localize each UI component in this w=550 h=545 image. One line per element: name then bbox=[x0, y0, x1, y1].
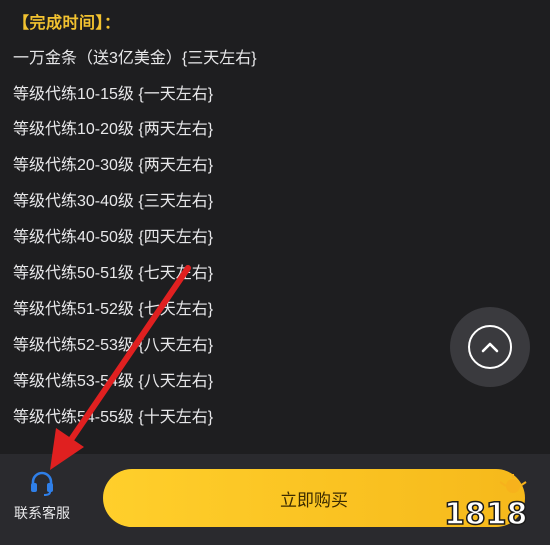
contact-service-label: 联系客服 bbox=[14, 505, 70, 521]
list-item: 等级代练51-52级 {七天左右} bbox=[13, 301, 214, 318]
list-item: 等级代练50-51级 {七天左右} bbox=[13, 265, 214, 282]
list-item: 等级代练20-30级 {两天左右} bbox=[13, 157, 214, 174]
list-item: 等级代练52-53级 {八天左右} bbox=[13, 337, 214, 354]
scroll-ring bbox=[468, 325, 512, 369]
list-item: 等级代练30-40级 {三天左右} bbox=[13, 193, 214, 210]
list-item: 等级代练40-50级 {四天左右} bbox=[13, 229, 214, 246]
scroll-to-top-button[interactable] bbox=[450, 307, 530, 387]
list-item: 等级代练53-54级 {八天左右} bbox=[13, 373, 214, 390]
content-area: 【完成时间】： 一万金条（送3亿美金）{三天左右} 等级代练10-15级 {一天… bbox=[0, 0, 550, 454]
logo-1818: 1818 bbox=[443, 474, 528, 533]
list-item: 等级代练10-15级 {一天左右} bbox=[13, 86, 214, 103]
list-item: 一万金条（送3亿美金）{三天左右} bbox=[13, 50, 257, 67]
list-item: 等级代练54-55级 {十天左右} bbox=[13, 409, 214, 426]
chevron-up-icon bbox=[481, 342, 499, 353]
section-title: 【完成时间】： bbox=[13, 15, 121, 32]
watermark-text: 1818 bbox=[444, 497, 528, 532]
headset-icon bbox=[31, 471, 53, 496]
contact-service-button[interactable]: 联系客服 bbox=[4, 469, 80, 539]
list-item: 等级代练10-20级 {两天左右} bbox=[13, 121, 214, 138]
